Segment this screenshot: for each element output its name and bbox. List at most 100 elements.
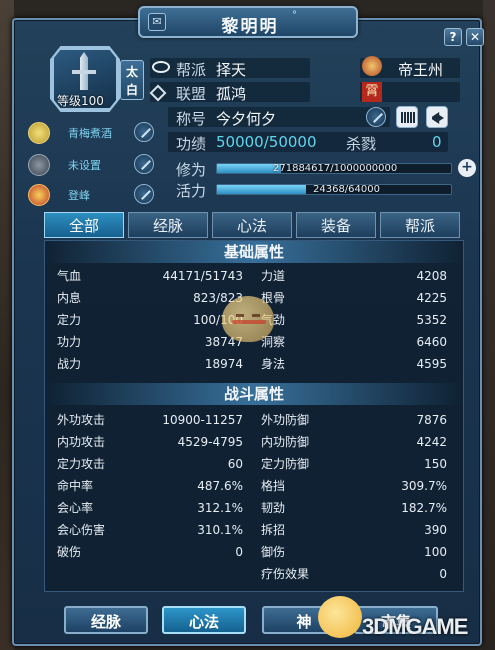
sword-guard-icon [72,70,96,74]
stat-row: 格挡 309.7% [261,477,447,495]
tab-equipment[interactable]: 装备 [296,212,376,238]
stat-row: 定力攻击 60 [57,455,243,473]
stat-value: 0 [439,567,447,581]
barcode-icon[interactable] [396,106,418,128]
stat-label: 外功攻击 [57,413,106,427]
side-item-label: 登峰 [68,189,90,202]
stat-value: 4208 [416,269,447,283]
stat-row: 内功防御 4242 [261,433,447,451]
watermark-chick-icon [222,296,274,342]
vitality-label: 活力 [176,182,207,200]
stat-row: 外功攻击 10900-11257 [57,411,243,429]
stat-label: 功力 [57,335,82,349]
merit-label: 功绩 [176,135,207,153]
stat-row: 疗伤效果 0 [261,565,447,583]
stat-row: 会心伤害 310.1% [57,521,243,539]
side-item-label: 青梅煮酒 [68,127,112,140]
stat-row: 韧劲 182.7% [261,499,447,517]
stat-value: 4595 [416,357,447,371]
stat-row: 定力防御 150 [261,455,447,473]
school-tag: 太白 [120,60,144,100]
region-emblem-icon [362,56,382,76]
stat-label: 疗伤效果 [261,567,310,581]
stat-row: 战力 18974 [57,355,243,373]
kill-label: 杀戮 [346,135,377,153]
combat-attributes-header: 战斗属性 [45,383,463,405]
stat-label: 破伤 [57,545,82,559]
stat-row: 根骨 4225 [261,289,447,307]
eye-icon[interactable] [152,59,170,77]
stat-label: 会心伤害 [57,523,106,537]
attribute-tabs: 全部 经脉 心法 装备 帮派 [44,212,460,238]
stat-value: 312.1% [197,501,243,515]
stat-label: 气血 [57,269,82,283]
tab-guild[interactable]: 帮派 [380,212,460,238]
close-button[interactable]: ✕ [466,28,484,46]
tab-meridian[interactable]: 经脉 [128,212,208,238]
stat-label: 会心率 [57,501,94,515]
merit-value: 50000/50000 [216,133,317,151]
background-right [483,0,495,650]
pen-icon [373,113,383,123]
watermark-logo-icon [318,596,362,638]
help-button[interactable]: ? [444,28,462,46]
edit-button[interactable] [134,154,154,174]
stats-panel: 基础属性 气血 44171/51743 内息 823/823 定力 100/100 功… [44,240,464,592]
share-icon[interactable] [426,106,448,128]
edit-button[interactable] [134,122,154,142]
stat-row: 洞察 6460 [261,333,447,351]
title-mark: ° [292,10,297,21]
stat-row: 破伤 0 [57,543,243,561]
alliance-value: 孤鸿 [216,85,247,103]
pen-icon [141,160,151,170]
side-item-wine[interactable]: 青梅煮酒 [28,122,158,144]
stat-label: 御伤 [261,545,286,559]
stat-label: 定力攻击 [57,457,106,471]
sect-label: 帮派 [176,61,207,79]
stat-label: 定力 [57,313,82,327]
stat-label: 身法 [261,357,286,371]
cultivation-label: 修为 [176,161,207,179]
basic-attributes-header: 基础属性 [45,241,463,263]
stat-value: 487.6% [197,479,243,493]
cultivation-fill [217,164,281,173]
tab-all[interactable]: 全部 [44,212,124,238]
region-badge: 霄 [362,82,382,102]
sect-value: 择天 [216,61,247,79]
side-item-label: 未设置 [68,159,101,172]
vitality-bar: 24368/64000 [216,184,452,195]
character-name: 黎明明 [221,17,279,37]
stat-value: 18974 [204,357,243,371]
region-value: 帝王州 [398,61,444,79]
stat-row: 外功防御 7876 [261,411,447,429]
stat-row: 气劲 5352 [261,311,447,329]
title-value: 今夕何夕 [216,110,277,128]
watermark-text: 3DMGAME [362,614,468,639]
meridian-button[interactable]: 经脉 [64,606,148,634]
stat-label: 内功防御 [261,435,310,449]
stat-value: 7876 [416,413,447,427]
stat-row: 会心率 312.1% [57,499,243,517]
edit-title-button[interactable] [366,107,386,127]
tab-mental-method[interactable]: 心法 [212,212,292,238]
wine-icon [28,122,50,144]
stat-value: 5352 [416,313,447,327]
kill-value: 0 [432,133,442,151]
pen-icon [141,128,151,138]
pet-icon [28,154,50,176]
side-item-pet[interactable]: 未设置 [28,154,158,176]
vitality-text: 24368/64000 [313,184,380,195]
mental-method-button[interactable]: 心法 [162,606,246,634]
stat-value: 310.1% [197,523,243,537]
edit-button[interactable] [134,184,154,204]
cultivation-text: 271884617/1000000000 [273,163,398,174]
stat-label: 战力 [57,357,82,371]
stat-value: 10900-11257 [162,413,243,427]
title-label: 称号 [176,110,207,128]
stat-label: 力道 [261,269,286,283]
side-item-rank[interactable]: 登峰 [28,184,158,206]
stat-row: 力道 4208 [261,267,447,285]
add-cultivation-button[interactable]: + [458,159,476,177]
stat-row: 身法 4595 [261,355,447,373]
stat-value: 60 [227,457,243,471]
